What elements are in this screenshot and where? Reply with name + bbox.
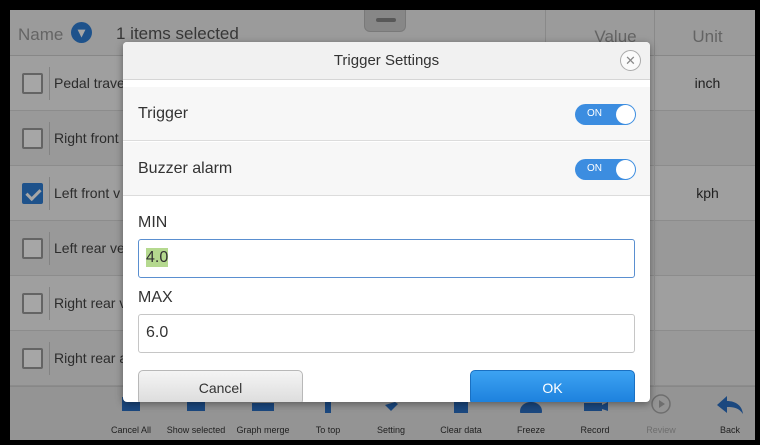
buzzer-option-row: Buzzer alarm ON <box>123 142 650 196</box>
trigger-option-row: Trigger ON <box>123 87 650 141</box>
min-input[interactable]: 4.0 <box>138 239 635 278</box>
trigger-settings-dialog: Trigger Settings ✕ Trigger ON Buzzer ala… <box>123 42 650 402</box>
buzzer-toggle-state: ON <box>587 163 602 174</box>
toggle-knob <box>616 105 635 124</box>
trigger-toggle-state: ON <box>587 108 602 119</box>
max-label: MAX <box>138 289 173 306</box>
cancel-button[interactable]: Cancel <box>138 370 303 402</box>
min-label: MIN <box>138 214 168 231</box>
ok-button[interactable]: OK <box>470 370 635 402</box>
close-icon[interactable]: ✕ <box>620 50 641 71</box>
max-value: 6.0 <box>146 324 169 341</box>
trigger-label: Trigger <box>138 105 189 122</box>
dialog-title: Trigger Settings <box>123 42 650 80</box>
buzzer-alarm-label: Buzzer alarm <box>138 160 233 177</box>
min-value: 4.0 <box>146 248 169 267</box>
max-input[interactable]: 6.0 <box>138 314 635 353</box>
trigger-toggle[interactable]: ON <box>575 104 636 125</box>
toggle-knob <box>616 160 635 179</box>
app-screen: Name ▾ 1 items selected Value Unit Pedal… <box>10 10 755 440</box>
buzzer-alarm-toggle[interactable]: ON <box>575 159 636 180</box>
